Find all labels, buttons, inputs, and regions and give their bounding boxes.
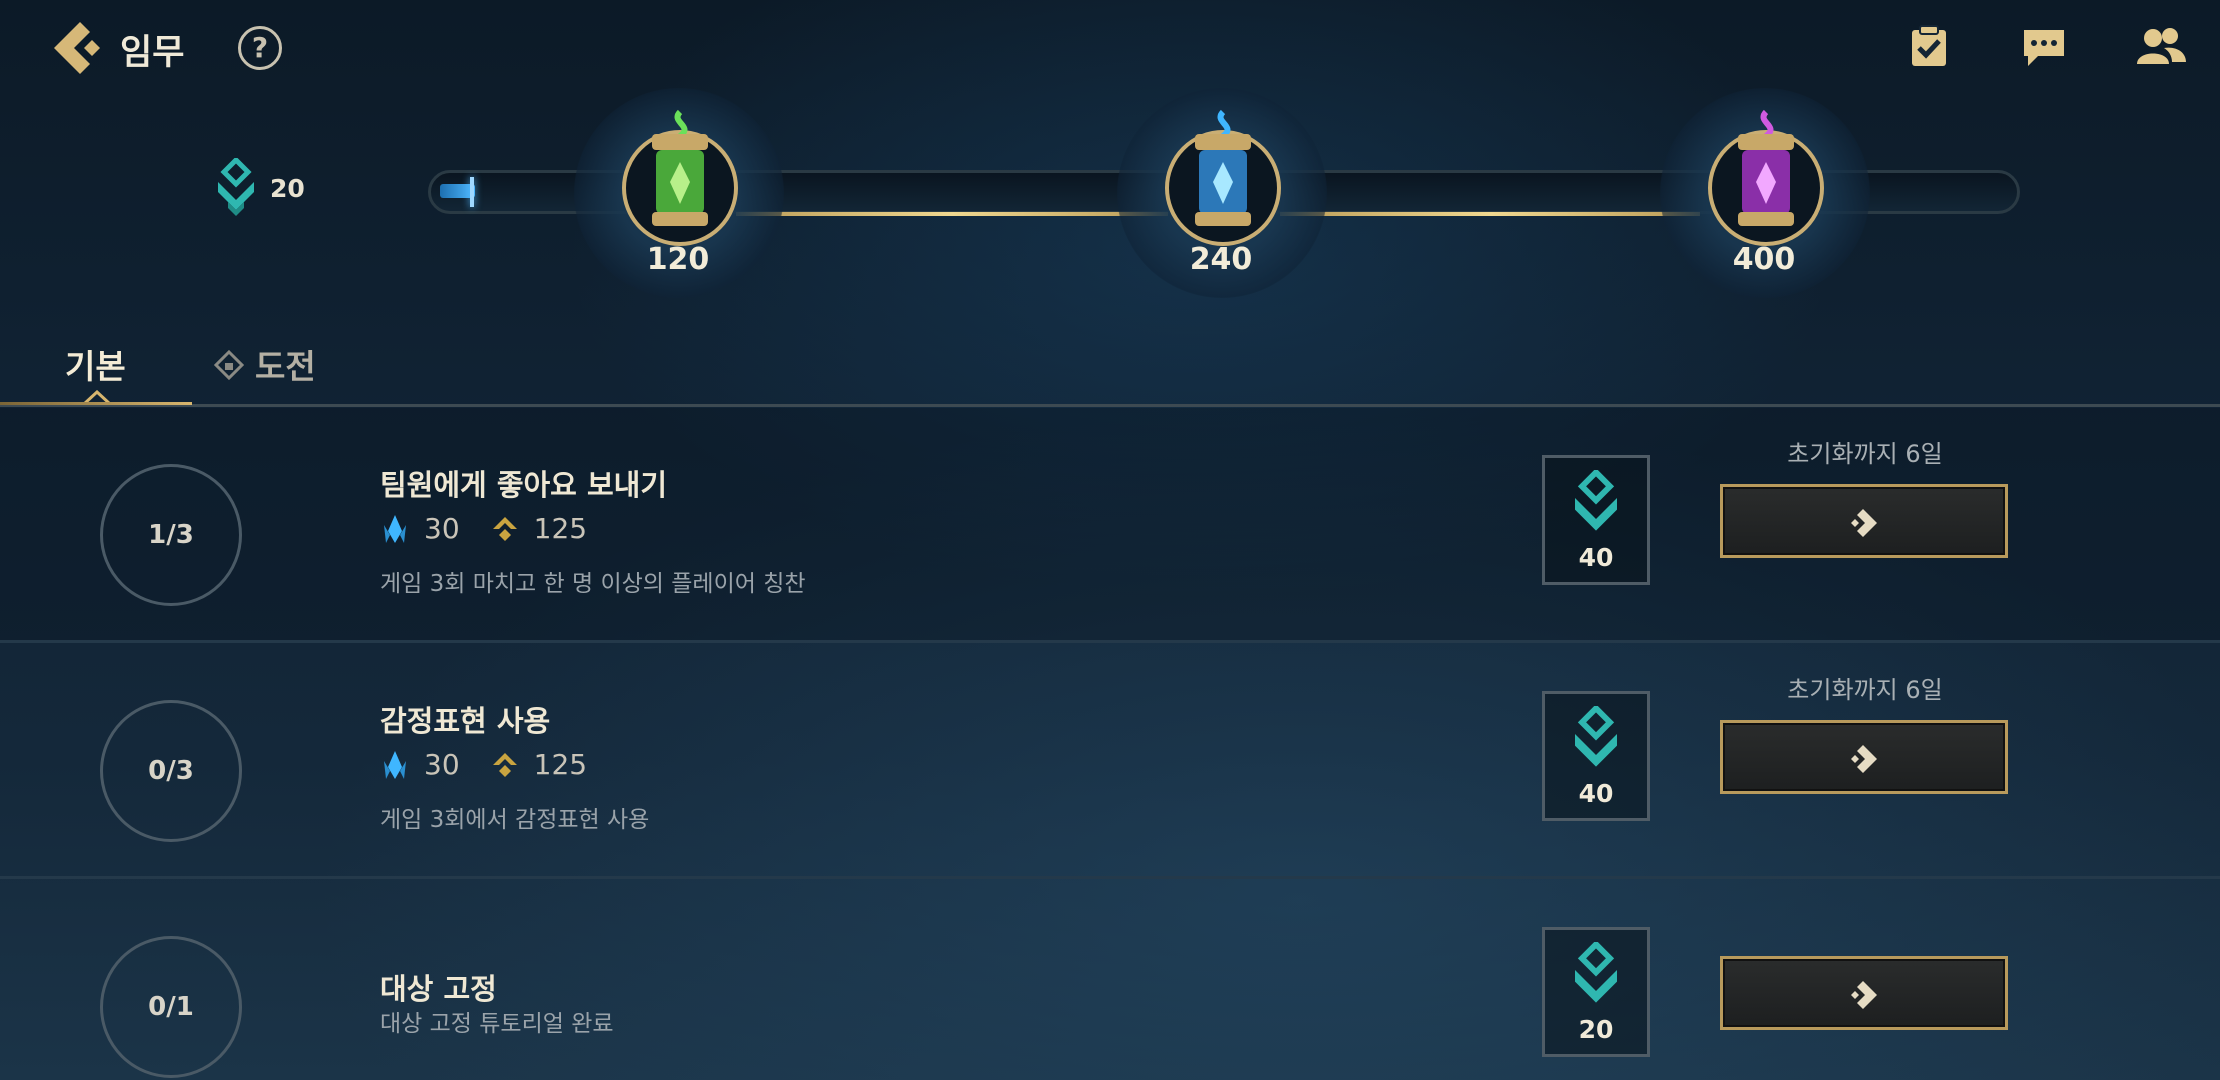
reset-timer: 초기화까지 6일 — [1787, 440, 1943, 468]
active-tab-indicator-icon — [80, 389, 114, 410]
blue-essence-amount: 30 — [424, 748, 460, 781]
token-reward-amount: 40 — [1578, 779, 1614, 808]
blue-essence-icon — [384, 750, 406, 779]
mission-progress: 0/1 — [100, 936, 242, 1078]
token-reward-box: 20 — [1542, 927, 1650, 1057]
mission-rewards: 30 125 — [380, 512, 587, 545]
go-button[interactable] — [1720, 720, 2008, 794]
progress-marker — [470, 177, 474, 207]
mission-checklist-icon[interactable] — [1906, 24, 1952, 70]
mission-points-count: 20 — [270, 174, 305, 203]
gold-amount: 125 — [533, 512, 588, 545]
mission-token-icon — [1575, 706, 1617, 767]
token-reward-box: 40 — [1542, 455, 1650, 585]
purple-capsule-icon[interactable] — [1726, 108, 1806, 242]
mission-progress: 1/3 — [100, 464, 242, 606]
help-button[interactable]: ? — [238, 26, 282, 70]
mission-description: 게임 3회에서 감정표현 사용 — [380, 807, 650, 833]
gold-icon — [492, 516, 517, 541]
back-button[interactable] — [50, 18, 104, 78]
blue-essence-amount: 30 — [424, 512, 460, 545]
go-button[interactable] — [1720, 484, 2008, 558]
gold-icon — [492, 752, 517, 777]
mission-title: 대상 고정 — [380, 972, 497, 1006]
reset-timer: 초기화까지 6일 — [1787, 676, 1943, 704]
gold-amount: 125 — [533, 748, 588, 781]
mission-token-icon — [1575, 942, 1617, 1003]
chevron-left-icon — [54, 22, 100, 74]
tab-divider — [0, 404, 2220, 407]
mission-title: 팀원에게 좋아요 보내기 — [380, 468, 667, 502]
token-reward-amount: 40 — [1578, 543, 1614, 572]
tab-basic[interactable]: 기본 — [65, 340, 126, 388]
mission-token-icon — [1575, 470, 1617, 531]
tab-challenge[interactable]: 도전 — [255, 340, 316, 388]
mission-token-icon — [214, 156, 258, 222]
arrow-right-icon — [1851, 509, 1877, 537]
blue-capsule-icon[interactable] — [1183, 108, 1263, 242]
tab-active-underline — [0, 402, 192, 405]
row-divider — [0, 640, 2220, 643]
go-button[interactable] — [1720, 956, 2008, 1030]
mission-rewards: 30 125 — [380, 748, 587, 781]
arrow-right-icon — [1851, 981, 1877, 1009]
milestone-label: 240 — [1189, 242, 1253, 277]
milestone-label: 400 — [1732, 242, 1796, 277]
token-reward-box: 40 — [1542, 691, 1650, 821]
chat-icon[interactable] — [2020, 24, 2066, 70]
row-divider — [0, 876, 2220, 879]
milestone-label: 120 — [646, 242, 710, 277]
mission-title: 감정표현 사용 — [380, 704, 551, 738]
green-capsule-icon[interactable] — [640, 108, 720, 242]
blue-essence-icon — [384, 514, 406, 543]
lock-icon — [213, 349, 245, 384]
mission-description: 대상 고정 튜토리얼 완료 — [380, 1011, 614, 1037]
page-title: 임무 — [120, 33, 185, 73]
arrow-right-icon — [1851, 745, 1877, 773]
mission-progress: 0/3 — [100, 700, 242, 842]
token-reward-amount: 20 — [1578, 1015, 1614, 1044]
milestone-connector — [1280, 212, 1700, 216]
friends-icon[interactable] — [2134, 24, 2188, 70]
mission-description: 게임 3회 마치고 한 명 이상의 플레이어 칭찬 — [380, 571, 806, 597]
milestone-connector — [736, 212, 1168, 216]
